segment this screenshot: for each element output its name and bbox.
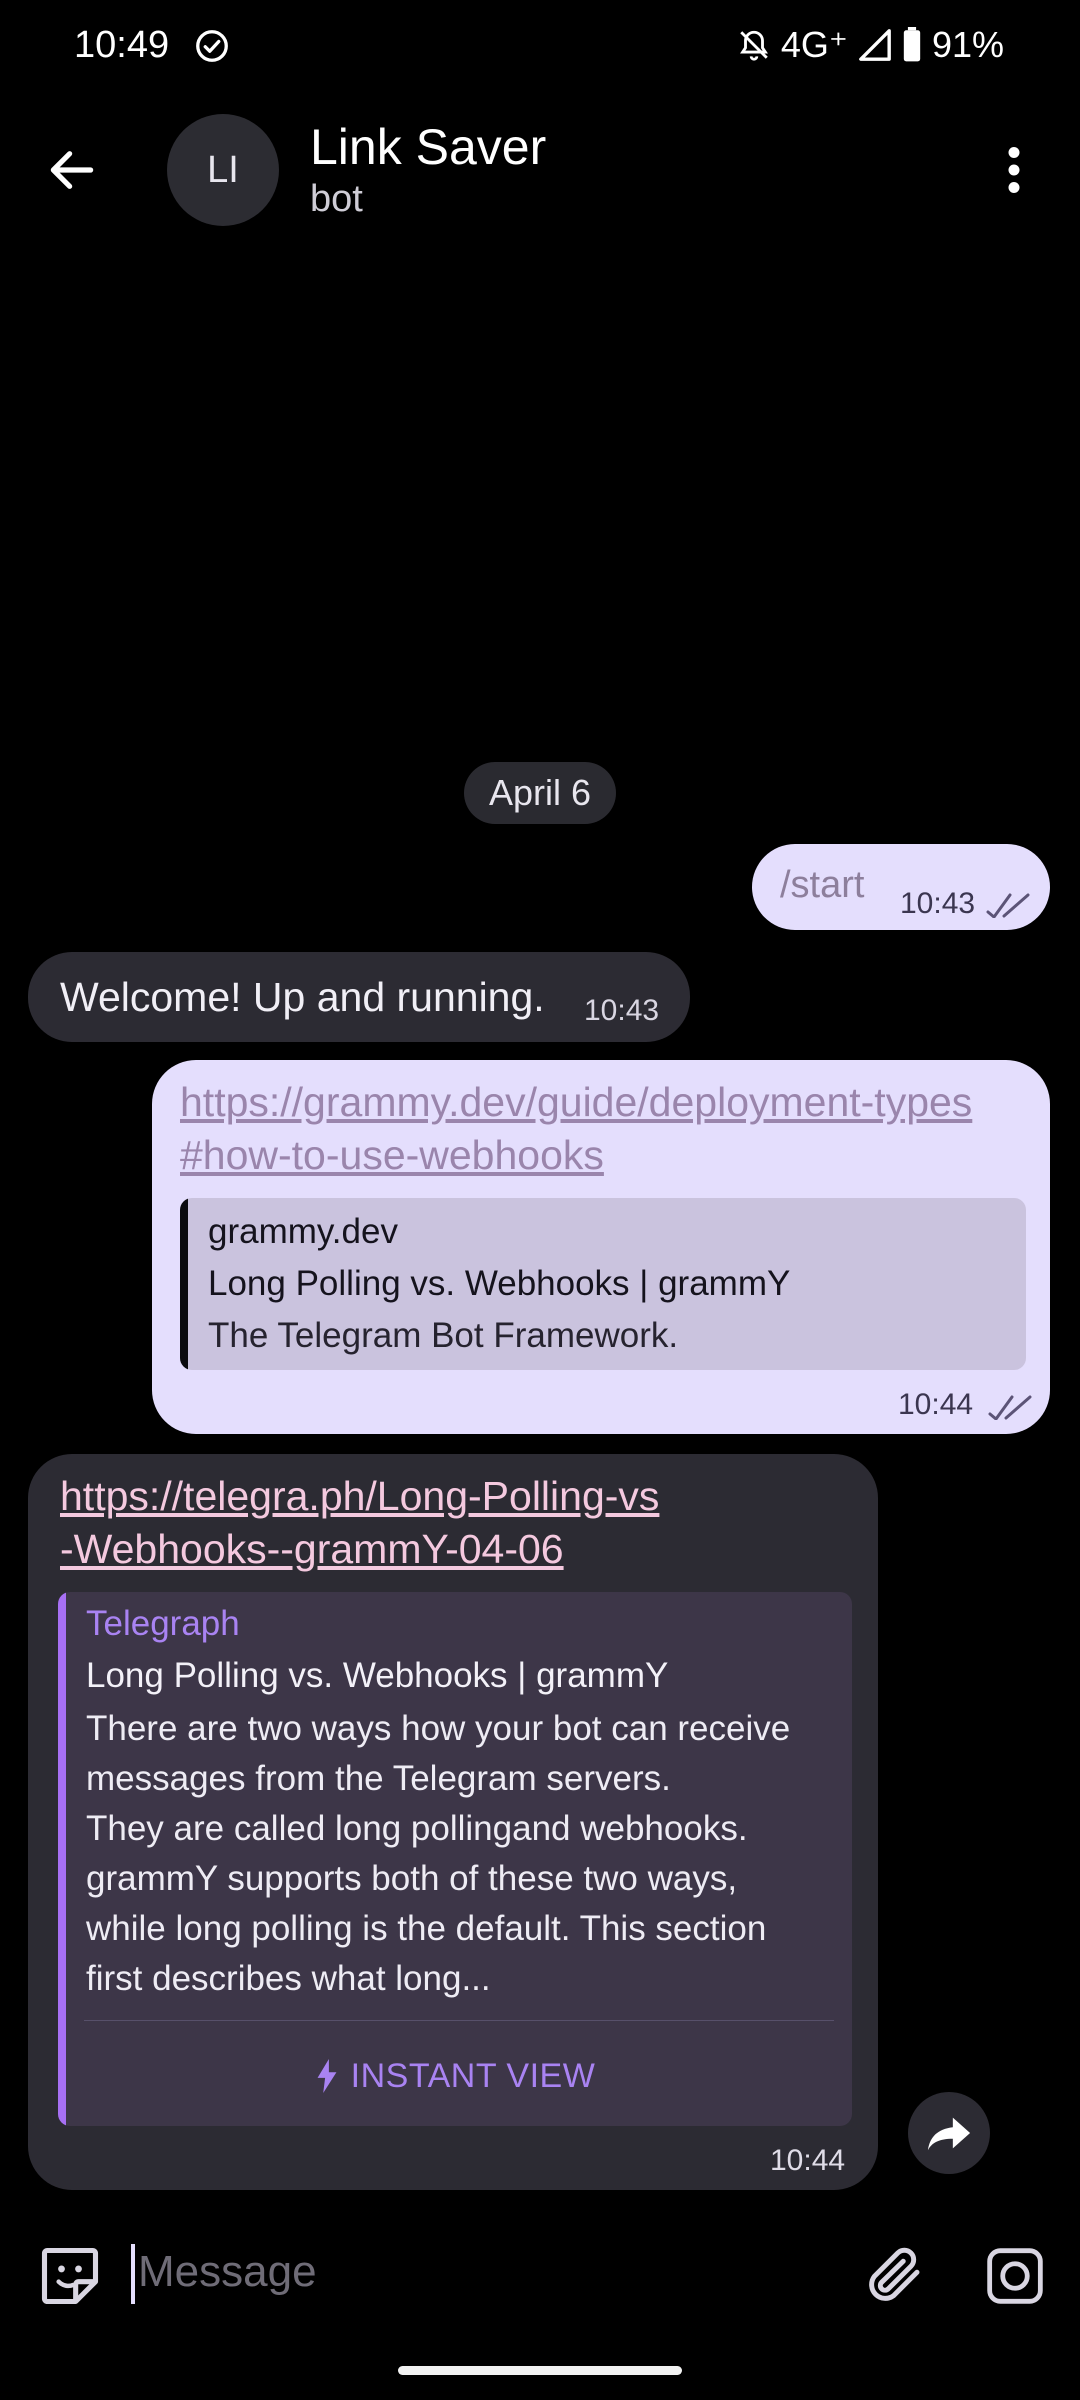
back-arrow-icon[interactable]: [44, 142, 100, 198]
chat-title[interactable]: Link Saver: [310, 118, 546, 176]
preview-title: Long Polling vs. Webhooks | grammY: [208, 1264, 791, 1303]
message-time: 10:43: [900, 887, 976, 920]
chat-header: LI Link Saver bot: [0, 100, 1080, 240]
double-check-icon: [986, 893, 1030, 918]
preview-description: The Telegram Bot Framework.: [208, 1316, 679, 1355]
chat-subtitle: bot: [310, 178, 363, 220]
bell-off-icon: [739, 30, 768, 61]
message-input-bar: [0, 2212, 1080, 2336]
share-button[interactable]: [908, 2092, 990, 2174]
message-text: Welcome! Up and running.: [60, 974, 545, 1020]
preview-divider: [84, 2020, 834, 2021]
message-link[interactable]: https://telegra.ph/Long-Polling-vs -Webh…: [60, 1470, 880, 1576]
sync-check-icon: [196, 30, 228, 62]
message-time: 10:43: [584, 994, 660, 1027]
lightning-icon: [317, 2059, 337, 2093]
double-check-icon: [988, 1395, 1032, 1420]
message-time: 10:44: [898, 1388, 974, 1421]
date-separator: April 6: [464, 762, 616, 824]
message-text: /start: [780, 864, 865, 906]
preview-accent-bar: [180, 1198, 188, 1370]
link-preview[interactable]: grammy.dev Long Polling vs. Webhooks | g…: [180, 1198, 1026, 1370]
preview-site: Telegraph: [86, 1604, 240, 1643]
outgoing-message[interactable]: /start 10:43: [752, 844, 1050, 930]
signal-icon: [859, 29, 891, 61]
status-bar: 10:49 4G⁺ 91%: [0, 0, 1080, 96]
network-type: 4G⁺: [780, 24, 848, 65]
battery-icon: [903, 27, 921, 62]
paperclip-icon[interactable]: [862, 2242, 928, 2308]
message-link[interactable]: https://grammy.dev/guide/deployment-type…: [180, 1076, 1040, 1182]
avatar[interactable]: LI: [167, 114, 279, 226]
status-indicators: 4G⁺ 91%: [737, 24, 1004, 66]
battery-level: 91%: [931, 24, 1004, 65]
preview-title: Long Polling vs. Webhooks | grammY: [86, 1656, 669, 1695]
incoming-message[interactable]: Welcome! Up and running. 10:43: [28, 952, 690, 1042]
text-cursor: [131, 2244, 135, 2304]
message-time: 10:44: [770, 2144, 846, 2177]
preview-description: There are two ways how your bot can rece…: [86, 1709, 791, 1998]
sticker-icon[interactable]: [36, 2242, 104, 2310]
more-vertical-icon[interactable]: [984, 140, 1044, 200]
outgoing-link-message[interactable]: https://grammy.dev/guide/deployment-type…: [152, 1060, 1050, 1434]
share-icon: [927, 2117, 971, 2151]
link-preview[interactable]: Telegraph Long Polling vs. Webhooks | gr…: [58, 1592, 852, 2126]
incoming-link-message[interactable]: https://telegra.ph/Long-Polling-vs -Webh…: [28, 1454, 878, 2190]
camera-icon[interactable]: [982, 2244, 1048, 2308]
status-time: 10:49: [74, 24, 170, 66]
message-input[interactable]: [138, 2234, 838, 2310]
instant-view-label: INSTANT VIEW: [350, 2056, 596, 2095]
preview-site: grammy.dev: [208, 1212, 398, 1251]
home-indicator[interactable]: [398, 2366, 682, 2375]
instant-view-button[interactable]: INSTANT VIEW: [58, 2026, 852, 2126]
